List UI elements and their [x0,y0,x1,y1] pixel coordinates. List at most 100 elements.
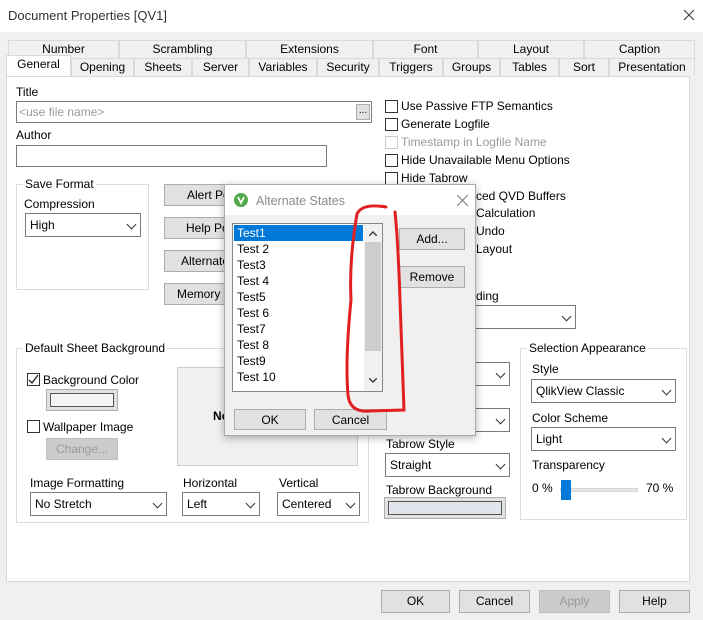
save-format-label: Save Format [23,177,96,191]
wallpaper-checkbox[interactable] [27,420,40,433]
style-value: QlikView Classic [536,384,625,398]
author-label: Author [16,128,52,142]
state-list-item[interactable]: Test 2 [234,241,363,257]
layout-label: Layout [476,242,513,256]
calculation-label: Calculation [476,206,536,220]
state-list-item[interactable]: Test5 [234,289,363,305]
state-list-item[interactable]: Test 10 [234,369,363,385]
dialog-cancel-button[interactable]: Cancel [314,409,387,430]
transparency-max-label: 70 % [646,481,674,495]
tab-extensions[interactable]: Extensions [246,40,373,58]
cancel-button[interactable]: Cancel [459,590,530,613]
ok-button[interactable]: OK [381,590,450,613]
hide-unavailable-menu-label: Hide Unavailable Menu Options [401,153,570,167]
chevron-down-icon [126,219,137,230]
passive-ftp-checkbox[interactable] [385,100,398,113]
state-list-item[interactable]: Test7 [234,321,363,337]
background-color-button[interactable] [46,389,118,411]
tab-caption[interactable]: Caption [584,40,695,58]
chevron-down-icon [495,459,506,470]
chevron-down-icon [152,498,163,509]
title-placeholder: <use file name> [19,105,105,119]
timestamp-logfile-checkbox[interactable] [385,136,398,149]
tab-scrambling[interactable]: Scrambling [119,40,246,58]
tabrow-background-button[interactable] [384,497,506,519]
vertical-label: Vertical [279,476,319,490]
horizontal-select[interactable]: Left [182,492,260,516]
timestamp-logfile-label: Timestamp in Logfile Name [401,135,547,149]
transparency-min-label: 0 % [532,481,553,495]
title-label: Title [16,85,39,99]
undo-label: Undo [476,224,505,238]
horizontal-label: Horizontal [183,476,238,490]
tab-sheets[interactable]: Sheets [134,58,192,76]
transparency-slider-thumb[interactable] [561,480,571,500]
generate-logfile-label: Generate Logfile [401,117,490,131]
alternate-states-dialog: Alternate States Test1 Test 2 Test3 Test 4T… [224,184,476,436]
state-list-item[interactable]: Test 6 [234,305,363,321]
states-list[interactable]: Test1 Test 2 Test3 Test 4 Test5 Test 6 Test7 Te… [232,223,383,392]
image-formatting-label: Image Formatting [30,476,125,490]
style-select[interactable]: QlikView Classic [531,379,676,403]
dialog-ok-button[interactable]: OK [234,409,306,430]
tab-security[interactable]: Security [317,58,379,76]
state-list-item[interactable]: Test 8 [234,337,363,353]
chevron-down-icon [345,498,356,509]
apply-button[interactable]: Apply [539,590,610,613]
style-label: Style [532,362,559,376]
checkmark-icon [28,374,39,384]
list-scrollbar[interactable] [364,224,382,391]
tabrow-style-value: Straight [390,458,432,472]
state-list-item[interactable]: Test 4 [234,273,363,289]
transparency-slider-track[interactable] [560,488,638,492]
help-button[interactable]: Help [619,590,690,613]
dialog-title-bar: Alternate States [225,185,475,215]
remove-state-button[interactable]: Remove [399,266,465,288]
hide-unavailable-menu-checkbox[interactable] [385,154,398,167]
close-icon[interactable] [457,195,468,206]
author-input[interactable] [16,145,327,167]
scroll-up-icon[interactable] [369,231,377,236]
background-color-checkbox[interactable] [27,373,40,386]
add-state-button[interactable]: Add... [399,228,465,250]
generate-logfile-checkbox[interactable] [385,118,398,131]
encoding-label: ding [476,289,499,303]
chevron-down-icon [245,498,256,509]
state-list-item[interactable]: Test9 [234,353,363,369]
vertical-value: Centered [282,497,332,511]
chevron-down-icon [495,414,506,425]
tab-presentation[interactable]: Presentation [609,58,695,76]
dialog-title: Alternate States [256,194,345,208]
image-formatting-value: No Stretch [35,497,92,511]
tab-sort[interactable]: Sort [559,58,609,76]
close-icon[interactable] [683,9,695,21]
tab-groups[interactable]: Groups [443,58,500,76]
tab-opening[interactable]: Opening [71,58,134,76]
tab-general[interactable]: General [6,55,71,76]
window-title: Document Properties [QV1] [8,8,167,23]
compression-value: High [30,218,55,232]
tab-font[interactable]: Font [373,40,478,58]
title-browse-button[interactable]: ... [356,104,370,120]
title-input[interactable]: <use file name> ... [16,101,372,123]
tab-server[interactable]: Server [192,58,249,76]
state-list-item[interactable]: Test3 [234,257,363,273]
tab-variables[interactable]: Variables [249,58,317,76]
tabrow-background-label: Tabrow Background [386,483,493,497]
background-color-label: Background Color [43,373,140,387]
compression-select[interactable]: High [25,213,141,237]
image-formatting-select[interactable]: No Stretch [30,492,167,516]
color-scheme-select[interactable]: Light [531,427,676,451]
vertical-select[interactable]: Centered [277,492,360,516]
state-list-item[interactable]: Test1 [234,225,363,241]
tabrow-style-select[interactable]: Straight [385,453,510,477]
passive-ftp-label: Use Passive FTP Semantics [401,99,553,113]
tab-tables[interactable]: Tables [500,58,559,76]
scroll-down-icon[interactable] [369,378,377,383]
scrollbar-thumb[interactable] [365,242,381,351]
change-wallpaper-button[interactable]: Change... [46,438,118,460]
title-bar: Document Properties [QV1] [0,0,703,32]
tab-layout[interactable]: Layout [478,40,584,58]
tab-triggers[interactable]: Triggers [379,58,443,76]
transparency-label: Transparency [532,458,605,472]
